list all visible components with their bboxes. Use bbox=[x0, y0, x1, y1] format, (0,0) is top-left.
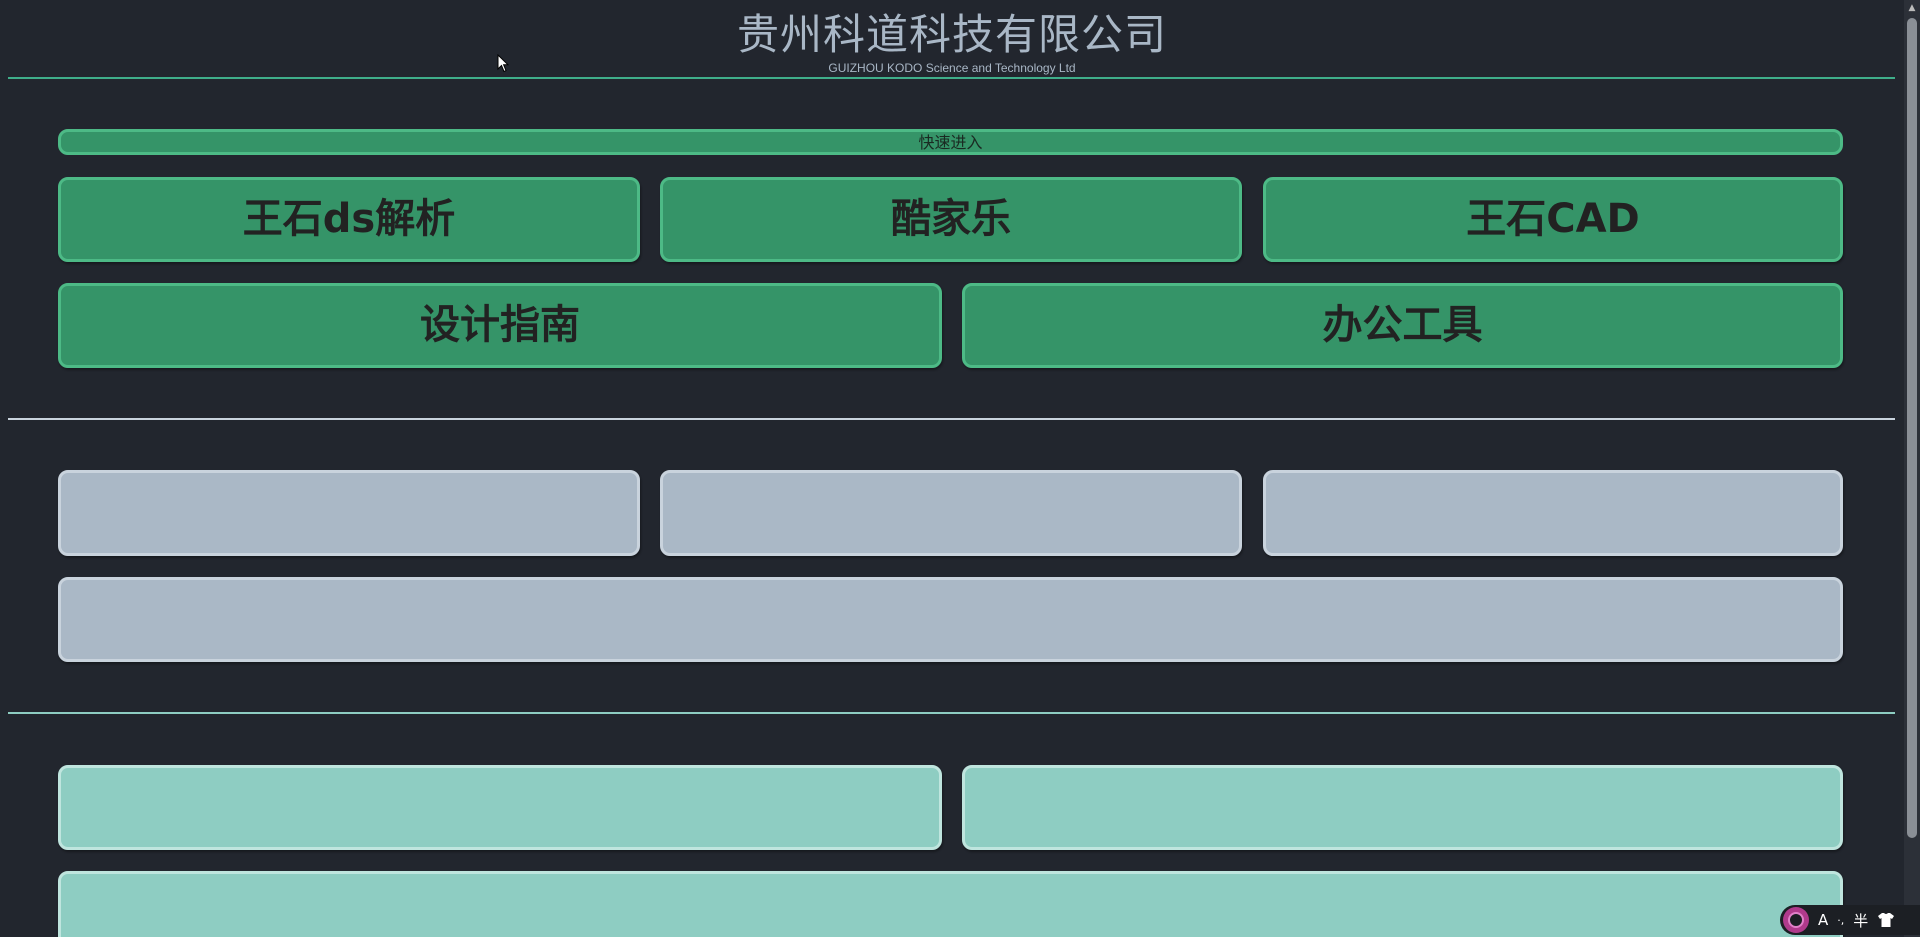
tile-label: 王石CAD bbox=[1466, 196, 1640, 242]
ime-logo-icon[interactable] bbox=[1783, 907, 1809, 933]
tile-office-tools[interactable]: 办公工具 bbox=[962, 283, 1843, 368]
section-divider bbox=[8, 712, 1895, 714]
page-title: 贵州科道科技有限公司 bbox=[736, 10, 1167, 59]
tile-label: 设计指南 bbox=[420, 302, 580, 348]
header: 贵州科道科技有限公司 GUIZHOU KODO Science and Tech… bbox=[0, 0, 1904, 80]
scroll-up-icon[interactable]: ▲ bbox=[1904, 0, 1920, 16]
tile-wangshi-cad[interactable]: 王石CAD bbox=[1263, 177, 1843, 262]
header-divider bbox=[8, 77, 1895, 79]
ime-toolbar[interactable]: A ·, 半 bbox=[1780, 905, 1920, 935]
ime-punct-toggle[interactable]: ·, bbox=[1837, 914, 1844, 927]
tile-wangshi-ds[interactable]: 王石ds解析 bbox=[58, 177, 640, 262]
tile-label: 酷家乐 bbox=[891, 196, 1011, 242]
page-subtitle: GUIZHOU KODO Science and Technology Ltd bbox=[828, 61, 1076, 75]
tile-teal-wide[interactable] bbox=[58, 871, 1843, 937]
tile-teal-2[interactable] bbox=[962, 765, 1843, 850]
tile-design-guide[interactable]: 设计指南 bbox=[58, 283, 942, 368]
page: 贵州科道科技有限公司 GUIZHOU KODO Science and Tech… bbox=[0, 0, 1904, 937]
page-scrollbar[interactable]: ▲ ▼ bbox=[1904, 0, 1920, 937]
tile-gray-wide[interactable] bbox=[58, 577, 1843, 662]
mouse-cursor-icon bbox=[497, 54, 509, 73]
tile-gray-3[interactable] bbox=[1263, 470, 1843, 556]
scroll-thumb[interactable] bbox=[1907, 18, 1917, 838]
tile-label: 办公工具 bbox=[1322, 302, 1483, 348]
ime-width-toggle[interactable]: 半 bbox=[1853, 910, 1868, 931]
ime-mode-toggle[interactable]: A bbox=[1818, 911, 1828, 929]
tile-label: 王石ds解析 bbox=[242, 196, 456, 242]
tile-gray-2[interactable] bbox=[660, 470, 1242, 556]
tile-gray-1[interactable] bbox=[58, 470, 640, 556]
section-divider bbox=[8, 418, 1895, 420]
quick-enter-bar[interactable]: 快速进入 bbox=[58, 129, 1843, 155]
tile-kujiale[interactable]: 酷家乐 bbox=[660, 177, 1242, 262]
tile-teal-1[interactable] bbox=[58, 765, 942, 850]
shirt-icon[interactable] bbox=[1877, 912, 1895, 928]
